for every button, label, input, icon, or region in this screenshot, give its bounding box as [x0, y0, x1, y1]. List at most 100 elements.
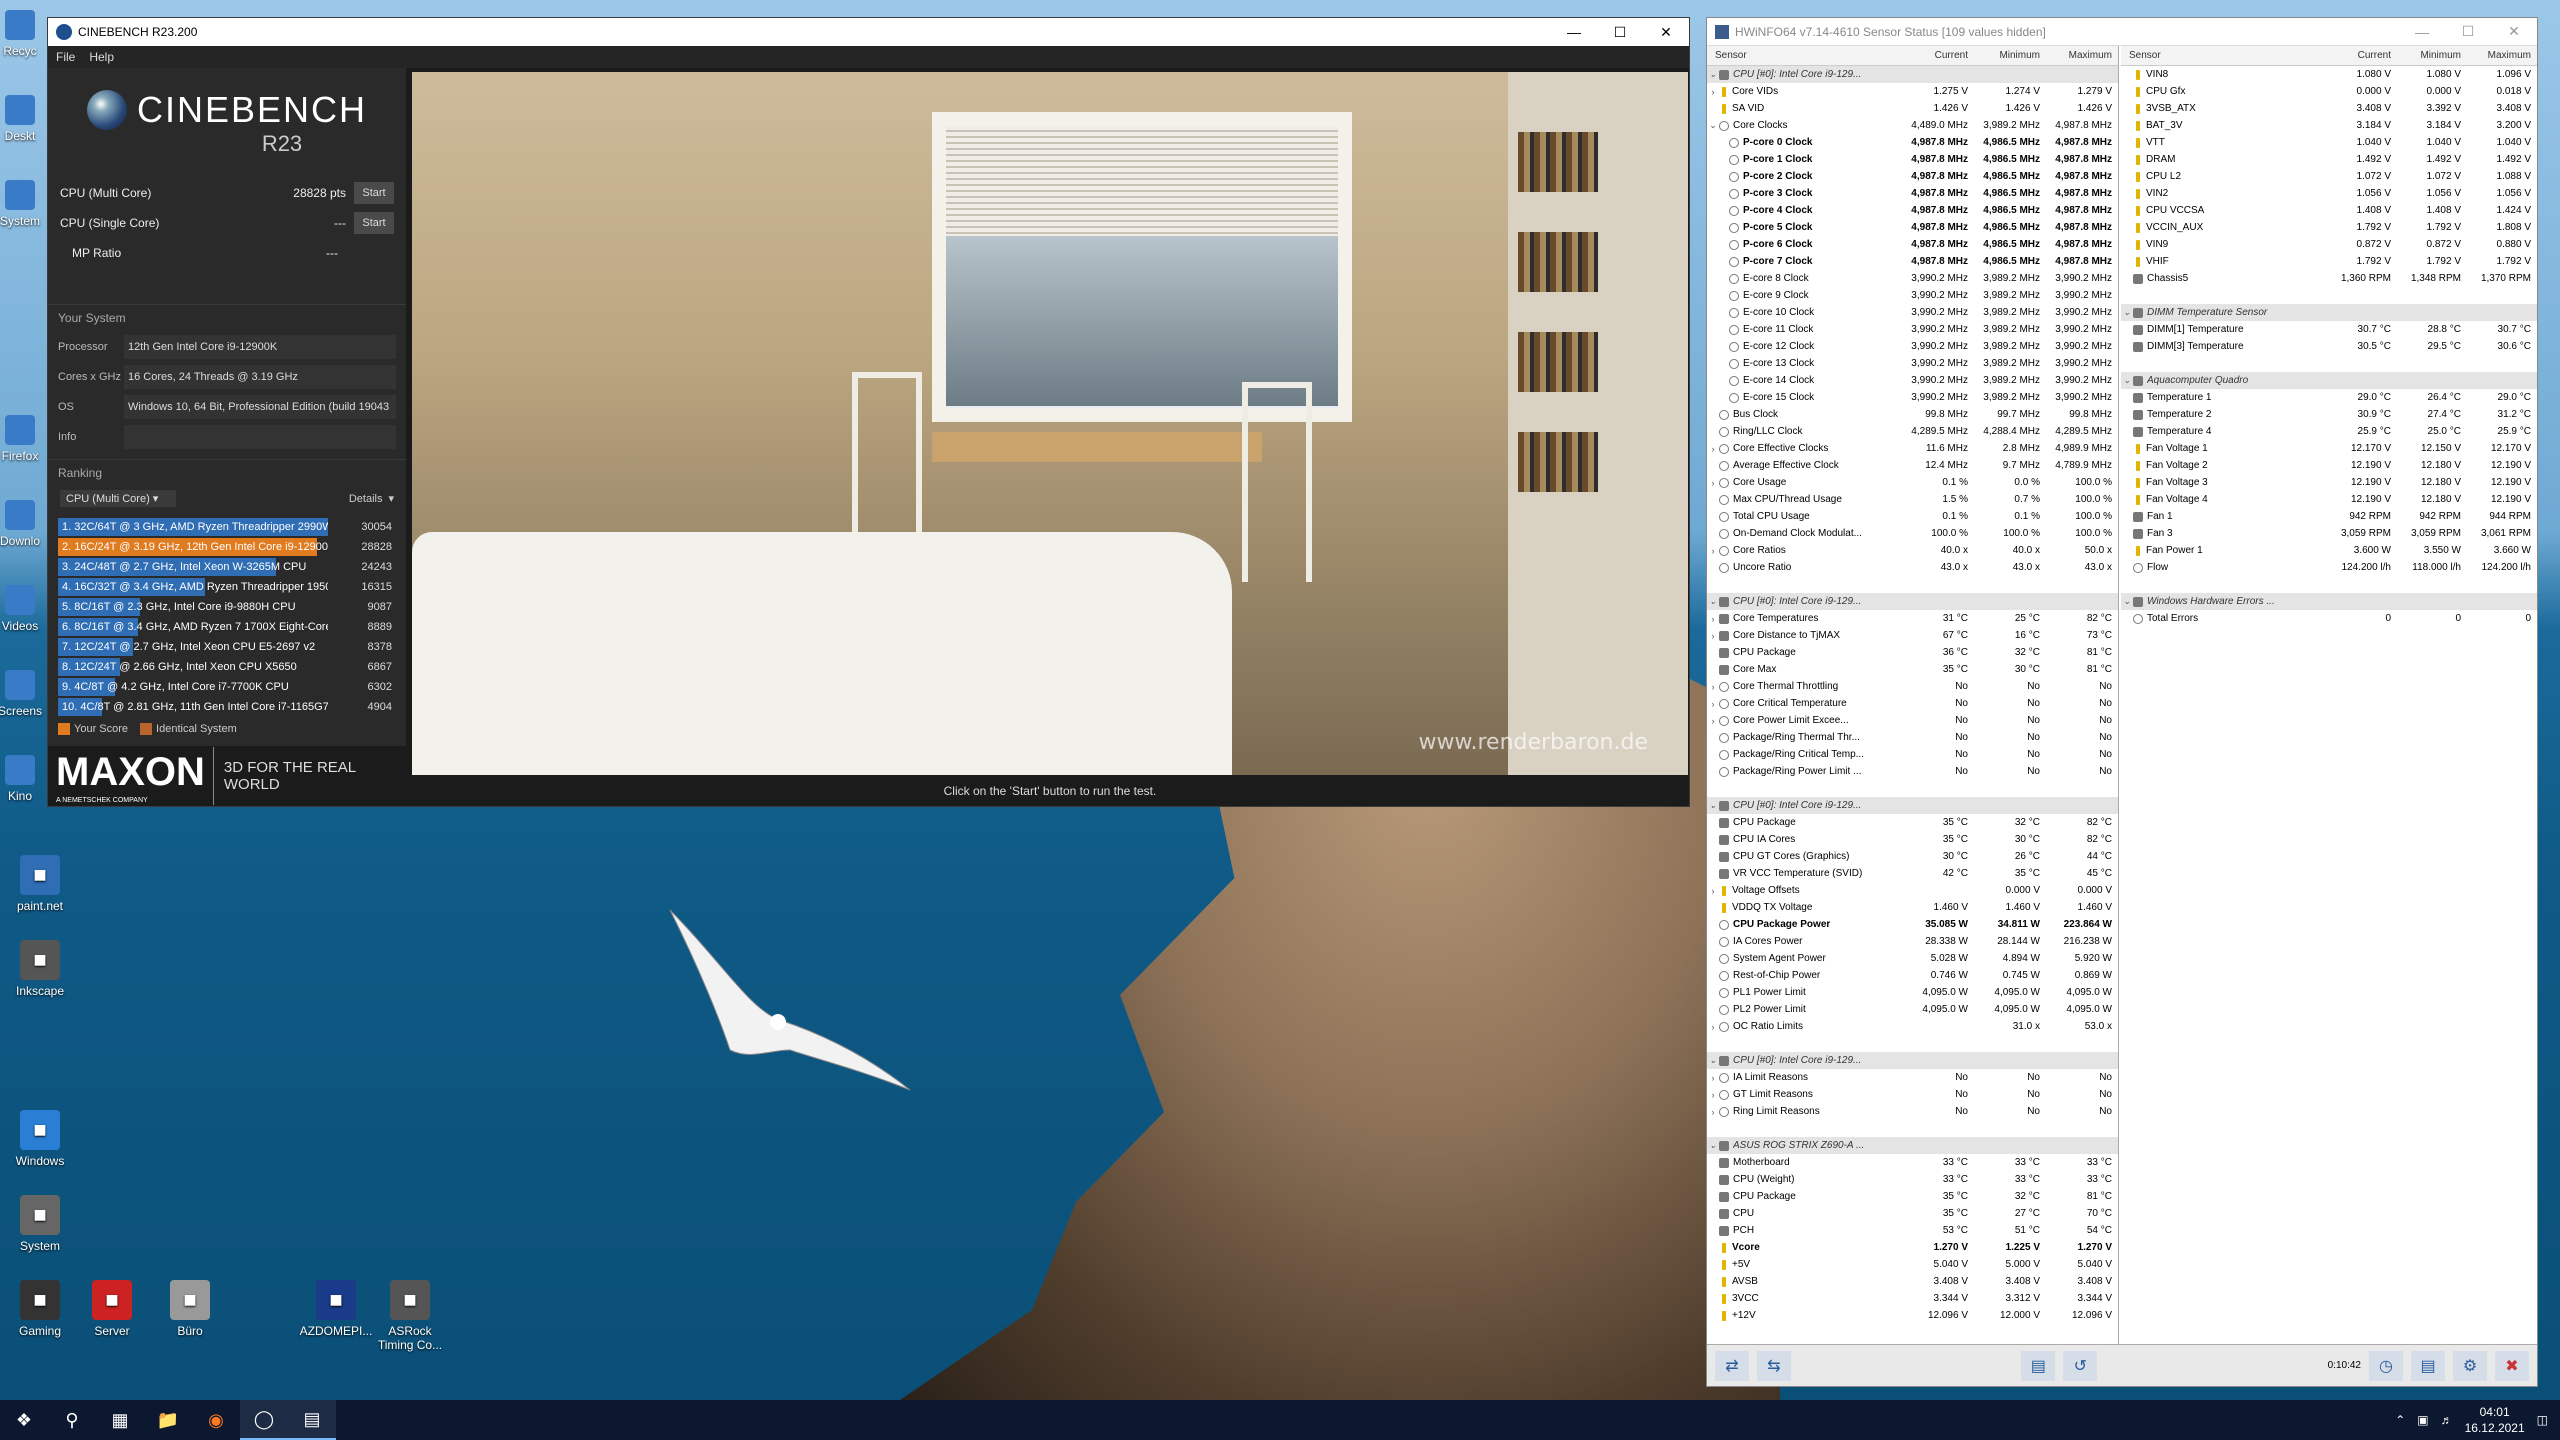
sensor-row[interactable]: +12V 12.096 V 12.000 V 12.096 V — [1707, 1307, 2118, 1324]
sensor-row[interactable]: › IA Limit Reasons No No No — [1707, 1069, 2118, 1086]
sensor-row[interactable]: 3VCC 3.344 V 3.312 V 3.344 V — [1707, 1290, 2118, 1307]
sensor-row[interactable]: CPU GT Cores (Graphics) 30 °C 26 °C 44 °C — [1707, 848, 2118, 865]
collapse-chevron-icon[interactable]: ⌄ — [2121, 375, 2133, 386]
nav-right-icon[interactable]: ⇆ — [1757, 1350, 1791, 1381]
sensor-row[interactable]: CPU 35 °C 27 °C 70 °C — [1707, 1205, 2118, 1222]
sensor-row[interactable]: › Core Thermal Throttling No No No — [1707, 678, 2118, 695]
windows-shortcut[interactable]: ■ Windows — [0, 1110, 80, 1168]
sensor-row[interactable]: VHIF 1.792 V 1.792 V 1.792 V — [2121, 253, 2537, 270]
sensor-row[interactable]: VTT 1.040 V 1.040 V 1.040 V — [2121, 134, 2537, 151]
ranking-item[interactable]: 3. 24C/48T @ 2.7 GHz, Intel Xeon W-3265M… — [58, 557, 396, 577]
sensor-row[interactable]: E-core 8 Clock 3,990.2 MHz 3,989.2 MHz 3,99… — [1707, 270, 2118, 287]
sensor-row[interactable]: DIMM[3] Temperature 30.5 °C 29.5 °C 30.6 °C — [2121, 338, 2537, 355]
sensor-row[interactable]: Fan Voltage 4 12.190 V 12.180 V 12.190 V — [2121, 491, 2537, 508]
sensor-row[interactable]: DRAM 1.492 V 1.492 V 1.492 V — [2121, 151, 2537, 168]
notification-icon[interactable]: ◫ — [2537, 1413, 2548, 1427]
sensor-row[interactable]: Total Errors 0 0 0 — [2121, 610, 2537, 627]
close-button[interactable]: ✕ — [1643, 18, 1689, 46]
sensor-row[interactable]: › Voltage Offsets 0.000 V 0.000 V — [1707, 882, 2118, 899]
sensor-row[interactable]: Vcore 1.270 V 1.225 V 1.270 V — [1707, 1239, 2118, 1256]
sensor-row[interactable]: CPU VCCSA 1.408 V 1.408 V 1.424 V — [2121, 202, 2537, 219]
sensor-row[interactable]: CPU Gfx 0.000 V 0.000 V 0.018 V — [2121, 83, 2537, 100]
sensor-row[interactable]: BAT_3V 3.184 V 3.184 V 3.200 V — [2121, 117, 2537, 134]
details-chevron-icon[interactable]: ▾ — [388, 492, 394, 505]
expand-chevron-icon[interactable]: › — [1707, 886, 1719, 896]
desktop-shortcut-partial[interactable]: Kino — [0, 755, 50, 803]
sensor-row[interactable]: +5V 5.040 V 5.000 V 5.040 V — [1707, 1256, 2118, 1273]
sensor-row[interactable]: Average Effective Clock 12.4 MHz 9.7 MHz 4,… — [1707, 457, 2118, 474]
sensor-row[interactable]: E-core 14 Clock 3,990.2 MHz 3,989.2 MHz 3,9… — [1707, 372, 2118, 389]
col-maximum[interactable]: Maximum — [2467, 50, 2537, 61]
sensor-row[interactable]: Fan Power 1 3.600 W 3.550 W 3.660 W — [2121, 542, 2537, 559]
minimize-button[interactable]: — — [1551, 18, 1597, 46]
buero-shortcut[interactable]: ■ Büro — [150, 1280, 230, 1338]
desktop-shortcut-partial[interactable]: System — [0, 180, 50, 228]
sensor-row[interactable]: Fan Voltage 2 12.190 V 12.180 V 12.190 V — [2121, 457, 2537, 474]
cinebench-taskbar-icon[interactable]: ◯ — [240, 1400, 288, 1440]
sensor-row[interactable]: PL2 Power Limit 4,095.0 W 4,095.0 W 4,095.0… — [1707, 1001, 2118, 1018]
expand-chevron-icon[interactable]: › — [1707, 444, 1719, 454]
expand-chevron-icon[interactable]: › — [1707, 682, 1719, 692]
desktop-shortcut-partial[interactable]: Firefox — [0, 415, 50, 463]
desktop-shortcut-partial[interactable]: Downlo — [0, 500, 50, 548]
sensor-row[interactable]: CPU Package 35 °C 32 °C 82 °C — [1707, 814, 2118, 831]
expand-chevron-icon[interactable]: › — [1707, 699, 1719, 709]
sensor-row[interactable]: Temperature 2 30.9 °C 27.4 °C 31.2 °C — [2121, 406, 2537, 423]
collapse-chevron-icon[interactable]: ⌄ — [1707, 1055, 1719, 1066]
sensor-row[interactable]: VIN9 0.872 V 0.872 V 0.880 V — [2121, 236, 2537, 253]
start-windows-icon[interactable]: ❖ — [0, 1400, 48, 1440]
sensor-row[interactable]: Flow 124.200 l/h 118.000 l/h 124.200 l/h — [2121, 559, 2537, 576]
file-explorer-icon[interactable]: 📁 — [144, 1400, 192, 1440]
sensor-row[interactable]: 3VSB_ATX 3.408 V 3.392 V 3.408 V — [2121, 100, 2537, 117]
sensor-pane-right[interactable]: Sensor Current Minimum Maximum VIN8 1.080… — [2121, 46, 2537, 1346]
col-minimum[interactable]: Minimum — [2397, 50, 2467, 61]
ranking-item[interactable]: 2. 16C/24T @ 3.19 GHz, 12th Gen Intel Co… — [58, 537, 396, 557]
calculator-icon[interactable]: ▦ — [96, 1400, 144, 1440]
sensor-row[interactable]: Fan Voltage 3 12.190 V 12.180 V 12.190 V — [2121, 474, 2537, 491]
sensor-row[interactable]: Fan 3 3,059 RPM 3,059 RPM 3,061 RPM — [2121, 525, 2537, 542]
azdomepi-shortcut[interactable]: ■ AZDOMEPI... — [296, 1280, 376, 1338]
sensor-row[interactable]: CPU (Weight) 33 °C 33 °C 33 °C — [1707, 1171, 2118, 1188]
taskbar-clock[interactable]: 04:01 16.12.2021 — [2465, 1404, 2525, 1436]
expand-chevron-icon[interactable]: › — [1707, 1073, 1719, 1083]
hwinfo-taskbar-icon[interactable]: ▤ — [288, 1400, 336, 1440]
desktop-shortcut-partial[interactable]: Recyc — [0, 10, 50, 58]
sensor-row[interactable]: Uncore Ratio 43.0 x 43.0 x 43.0 x — [1707, 559, 2118, 576]
sensor-row[interactable]: Package/Ring Thermal Thr... No No No — [1707, 729, 2118, 746]
sensor-row[interactable]: Motherboard 33 °C 33 °C 33 °C — [1707, 1154, 2118, 1171]
ranking-item[interactable]: 1. 32C/64T @ 3 GHz, AMD Ryzen Threadripp… — [58, 517, 396, 537]
maximize-button[interactable]: ☐ — [1597, 18, 1643, 46]
sensor-group[interactable]: ⌄ DIMM Temperature Sensor — [2121, 304, 2537, 321]
collapse-chevron-icon[interactable]: ⌄ — [2121, 596, 2133, 607]
system-gear-shortcut[interactable]: ■ System — [0, 1195, 80, 1253]
sensor-row[interactable]: › Core Ratios 40.0 x 40.0 x 50.0 x — [1707, 542, 2118, 559]
menu-file[interactable]: File — [56, 50, 75, 64]
ranking-item[interactable]: 8. 12C/24T @ 2.66 GHz, Intel Xeon CPU X5… — [58, 657, 396, 677]
ranking-item[interactable]: 4. 16C/32T @ 3.4 GHz, AMD Ryzen Threadri… — [58, 577, 396, 597]
sensor-row[interactable]: AVSB 3.408 V 3.408 V 3.408 V — [1707, 1273, 2118, 1290]
sensor-row[interactable]: Max CPU/Thread Usage 1.5 % 0.7 % 100.0 % — [1707, 491, 2118, 508]
sensor-row[interactable]: P-core 6 Clock 4,987.8 MHz 4,986.5 MHz 4,98… — [1707, 236, 2118, 253]
sensor-row[interactable]: › Core Power Limit Excee... No No No — [1707, 712, 2118, 729]
sensor-row[interactable]: Fan Voltage 1 12.170 V 12.150 V 12.170 V — [2121, 440, 2537, 457]
collapse-chevron-icon[interactable]: ⌄ — [1707, 800, 1719, 811]
sensor-pane-left[interactable]: Sensor Current Minimum Maximum ⌄ CPU [#0]… — [1707, 46, 2119, 1346]
sensor-row[interactable]: P-core 3 Clock 4,987.8 MHz 4,986.5 MHz 4,98… — [1707, 185, 2118, 202]
ranking-item[interactable]: 10. 4C/8T @ 2.81 GHz, 11th Gen Intel Cor… — [58, 697, 396, 717]
sensor-row[interactable]: E-core 12 Clock 3,990.2 MHz 3,989.2 MHz 3,9… — [1707, 338, 2118, 355]
close-hwinfo-icon[interactable]: ✖ — [2495, 1350, 2529, 1381]
ranking-item[interactable]: 5. 8C/16T @ 2.3 GHz, Intel Core i9-9880H… — [58, 597, 396, 617]
cinebench-window[interactable]: CINEBENCH R23.200 — ☐ ✕ File Help CINEBE… — [47, 17, 1690, 807]
sensor-row[interactable]: CPU Package 35 °C 32 °C 81 °C — [1707, 1188, 2118, 1205]
sensor-row[interactable]: › Core Critical Temperature No No No — [1707, 695, 2118, 712]
minimize-button[interactable]: — — [2399, 18, 2445, 46]
sensor-row[interactable]: P-core 1 Clock 4,987.8 MHz 4,986.5 MHz 4,98… — [1707, 151, 2118, 168]
expand-chevron-icon[interactable]: › — [1707, 1107, 1719, 1117]
network-icon[interactable]: ▤ — [2021, 1350, 2056, 1381]
tray-chevron-icon[interactable]: ⌃ — [2395, 1413, 2405, 1427]
sensor-row[interactable]: › Core Distance to TjMAX 67 °C 16 °C 73 °C — [1707, 627, 2118, 644]
sensor-row[interactable]: E-core 9 Clock 3,990.2 MHz 3,989.2 MHz 3,99… — [1707, 287, 2118, 304]
sensor-row[interactable]: Rest-of-Chip Power 0.746 W 0.745 W 0.869 W — [1707, 967, 2118, 984]
sensor-row[interactable]: Package/Ring Power Limit ... No No No — [1707, 763, 2118, 780]
sensor-row[interactable]: Temperature 4 25.9 °C 25.0 °C 25.9 °C — [2121, 423, 2537, 440]
